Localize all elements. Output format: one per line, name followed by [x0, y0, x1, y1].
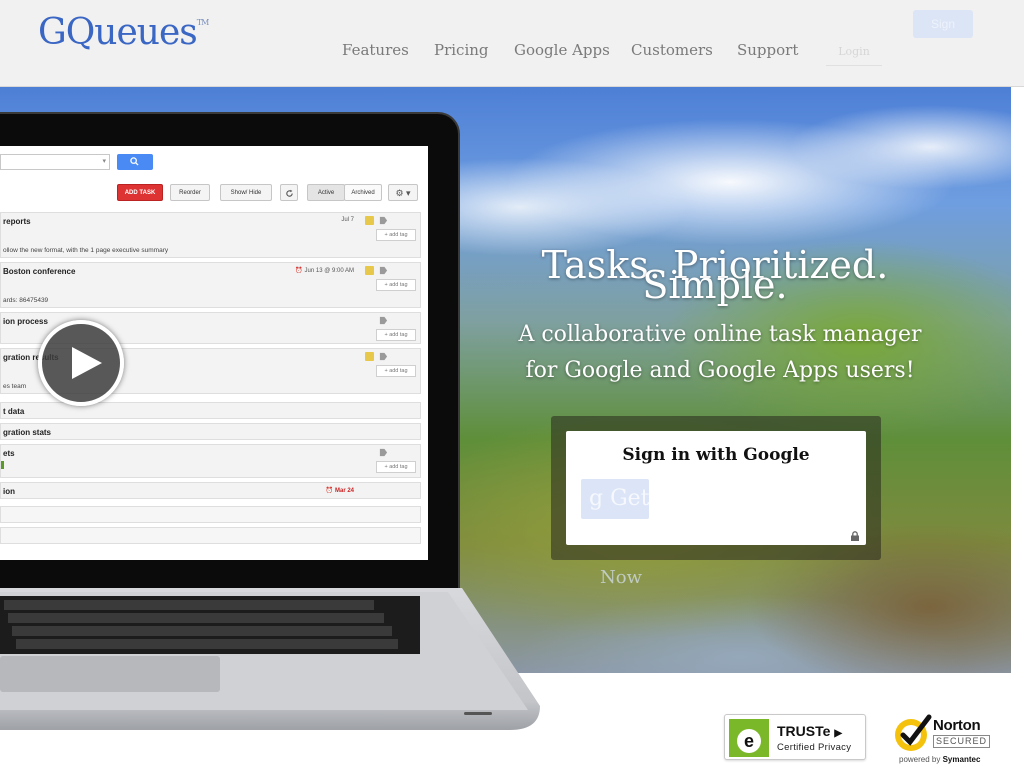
laptop-notch: [464, 712, 492, 715]
nav-google-apps[interactable]: Google Apps: [514, 41, 610, 59]
nav-pricing[interactable]: Pricing: [434, 41, 489, 59]
note-icon: [365, 352, 374, 361]
note-icon: [365, 216, 374, 225]
alarm-icon: ⏰: [295, 268, 303, 274]
tag-icon: [379, 448, 388, 457]
get-now-text: Now: [600, 567, 642, 588]
add-tag-button: + add tag: [376, 279, 416, 291]
lock-icon: [851, 531, 859, 541]
task-title: t data: [3, 407, 25, 416]
sign-in-card: Sign in with Google g Get: [566, 431, 866, 545]
tag-icon: [379, 266, 388, 275]
task-note: ollow the new format, with the 1 page ex…: [3, 247, 169, 254]
site-header: GQueuesTM Features Pricing Google Apps C…: [0, 0, 1024, 87]
add-tag-button: + add tag: [376, 461, 416, 473]
task-title: ion process: [3, 317, 48, 326]
task-row-empty: [0, 527, 421, 544]
truste-name: TRUSTe ▶: [777, 723, 842, 739]
google-sign-in-button[interactable]: g Get: [581, 479, 649, 519]
task-title: ion: [3, 487, 15, 496]
nav-features[interactable]: Features: [342, 41, 409, 59]
hero-subtitle-line-2: for Google and Google Apps users!: [525, 358, 915, 383]
alarm-icon: ⏰: [325, 488, 334, 494]
hero-subtitle: A collaborative online task manager for …: [495, 317, 945, 389]
task-row-empty: [0, 506, 421, 523]
tag-icon: [379, 352, 388, 361]
google-button-label: Get: [610, 486, 649, 511]
logo-tm: TM: [196, 18, 209, 27]
task-row: t data: [0, 402, 421, 419]
refresh-icon: [285, 189, 293, 197]
gqueues-logo[interactable]: GQueuesTM: [38, 12, 209, 53]
task-row: gration stats: [0, 423, 421, 440]
sign-in-panel: Sign in with Google g Get: [551, 416, 881, 560]
task-title: gration stats: [3, 428, 52, 437]
hero-subtitle-line-1: A collaborative online task manager: [518, 322, 922, 347]
truste-subtitle: Certified Privacy: [777, 742, 852, 753]
task-title: ets: [3, 449, 15, 458]
tag-icon: [379, 316, 388, 325]
task-row: Boston conference ⏰ Jun 13 @ 9:00 AM + a…: [0, 262, 421, 308]
add-tag-button: + add tag: [376, 365, 416, 377]
laptop-keyboard-deck: [0, 588, 540, 730]
task-row: ion ⏰ Mar 24: [0, 482, 421, 499]
nav-customers[interactable]: Customers: [631, 41, 713, 59]
task-priority-marker: [1, 461, 4, 469]
norton-powered-by: powered by Symantec: [899, 755, 980, 764]
header-sign-in-button[interactable]: Sign: [913, 10, 973, 38]
task-date-text: Mar 24: [334, 488, 354, 494]
truste-badge[interactable]: e TRUSTe ▶ Certified Privacy: [724, 714, 866, 760]
app-search-input: ▾: [0, 154, 110, 170]
norton-check-icon: [895, 714, 932, 751]
truste-name-text: TRUSTe: [777, 723, 831, 739]
norton-secured-badge[interactable]: Norton SECURED powered by Symantec: [893, 711, 997, 767]
sign-in-title: Sign in with Google: [622, 445, 810, 465]
search-icon: [130, 157, 139, 166]
chevron-down-icon: ▾: [102, 158, 106, 165]
app-settings-button: ⚙ ▾: [388, 184, 418, 201]
trackpad: [0, 656, 220, 692]
app-tab-active: Active: [307, 184, 345, 201]
app-tab-archived: Archived: [344, 184, 382, 201]
task-title: reports: [3, 217, 31, 226]
nav-support[interactable]: Support: [737, 41, 798, 59]
norton-powered-prefix: powered by: [899, 755, 941, 764]
task-note: ards: 86475439: [3, 297, 49, 304]
task-note: es team: [3, 383, 27, 390]
tag-icon: [379, 216, 388, 225]
logo-text: GQueues: [38, 12, 198, 53]
google-g-icon: g: [589, 486, 611, 511]
app-search-button: [117, 154, 153, 170]
note-icon: [365, 266, 374, 275]
task-row: reports Jul 7 + add tag ollow the new fo…: [0, 212, 421, 258]
app-reorder-button: Reorder: [170, 184, 210, 201]
truste-seal-icon: e: [729, 719, 769, 757]
play-icon: [72, 347, 102, 379]
task-date: Jul 7: [341, 217, 354, 223]
gear-icon: ⚙ ▾: [395, 188, 411, 198]
app-show-hide-button: Show/ Hide: [220, 184, 272, 201]
header-login-link[interactable]: Login: [826, 42, 882, 66]
add-tag-button: + add tag: [376, 229, 416, 241]
play-video-button[interactable]: [38, 320, 124, 406]
norton-name: Norton: [933, 717, 981, 734]
chevron-right-icon: ▶: [834, 728, 843, 739]
task-date-text: Jun 13 @ 9:00 AM: [304, 268, 354, 274]
hero-title: Tasks. Prioritized. Simple.: [505, 246, 925, 304]
task-date: ⏰ Jun 13 @ 9:00 AM: [295, 267, 354, 274]
task-row: ets + add tag: [0, 444, 421, 478]
svg-text:e: e: [744, 731, 754, 751]
norton-powered-brand: Symantec: [942, 755, 981, 764]
task-date: ⏰ Mar 24: [326, 487, 354, 494]
add-tag-button: + add tag: [376, 329, 416, 341]
norton-secured-label: SECURED: [933, 735, 991, 748]
app-add-task-button: ADD TASK: [117, 184, 163, 201]
task-title: Boston conference: [3, 267, 76, 276]
app-refresh-button: [280, 184, 298, 201]
